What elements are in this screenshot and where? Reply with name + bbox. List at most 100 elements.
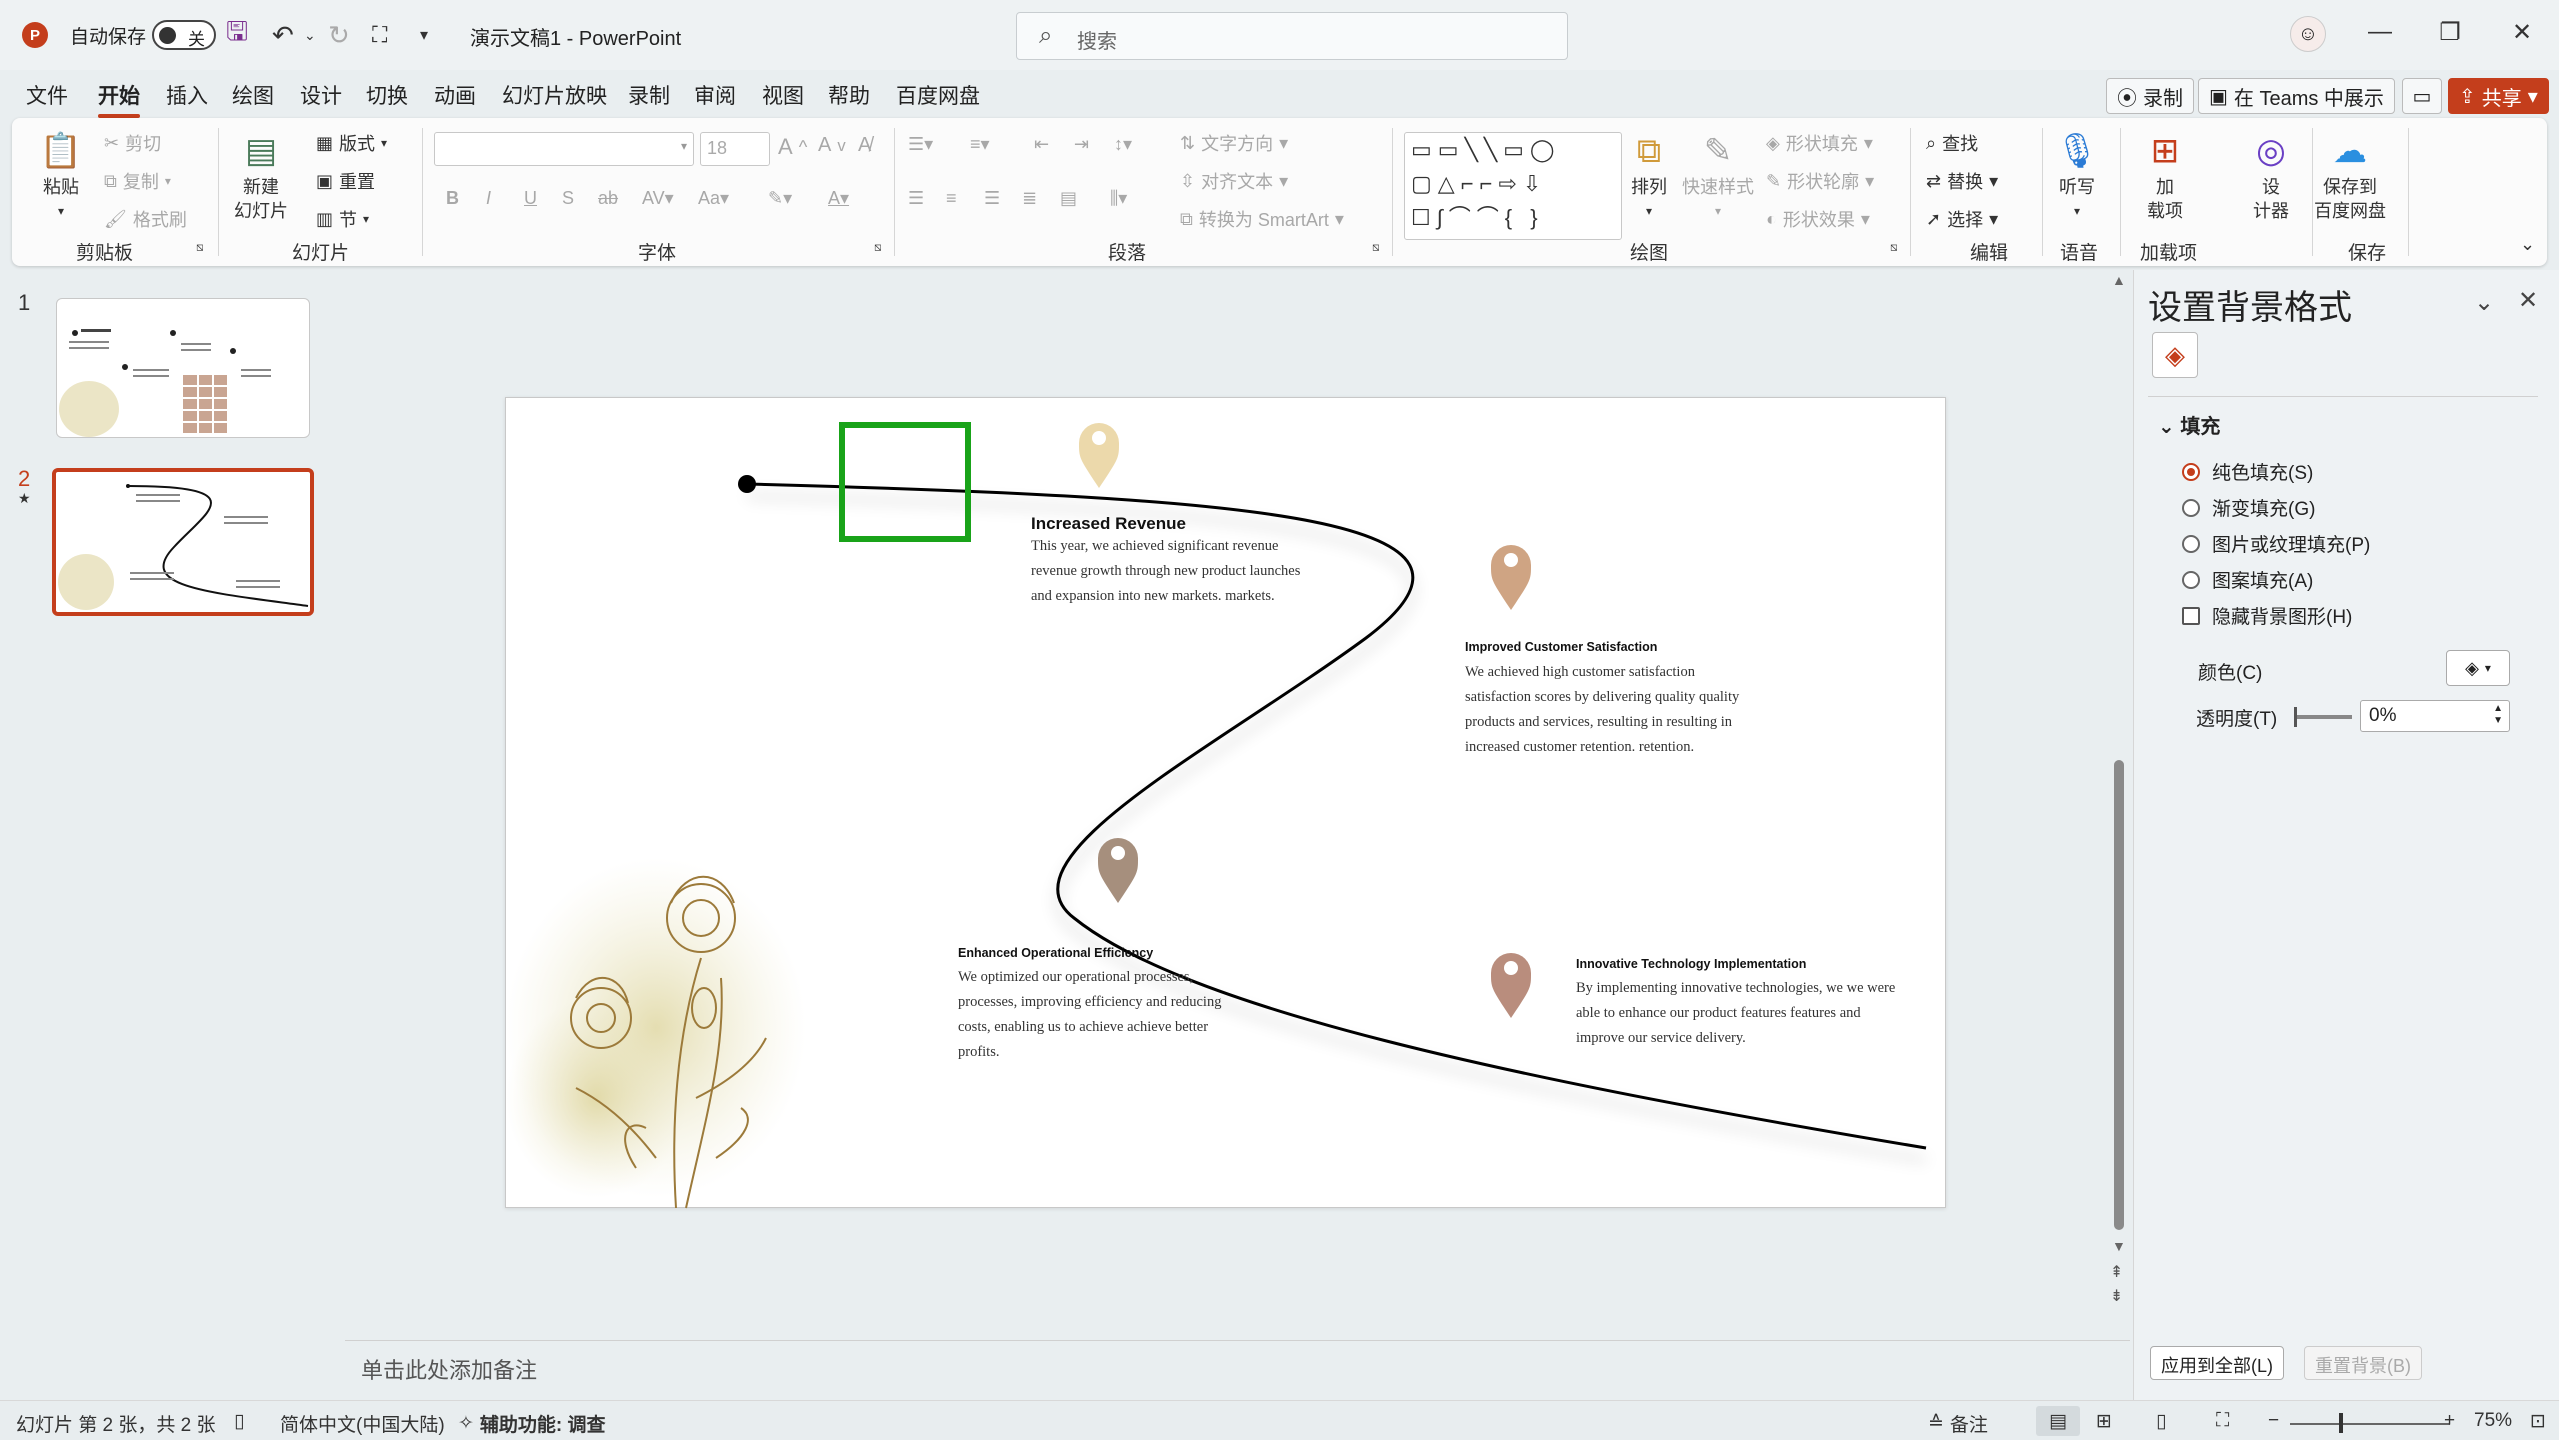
dialog-launcher-icon[interactable]: ⧅: [196, 240, 204, 255]
tab-record[interactable]: 录制: [628, 80, 670, 110]
chevron-down-icon[interactable]: ⌄: [2474, 288, 2494, 317]
bold-icon[interactable]: B: [446, 188, 459, 209]
teams-present-button[interactable]: ▣ 在 Teams 中展示: [2198, 78, 2395, 114]
language-indicator[interactable]: 简体中文(中国大陆): [280, 1410, 445, 1437]
scroll-down-icon[interactable]: ▼: [2112, 1238, 2126, 1254]
radio-gradient-fill[interactable]: [2182, 498, 2200, 517]
pattern-fill-option[interactable]: 图案填充(A): [2182, 566, 2313, 593]
accessibility-button[interactable]: ✧ 辅助功能: 调查: [458, 1410, 606, 1437]
zoom-slider-thumb[interactable]: [2339, 1413, 2343, 1433]
gradient-fill-option[interactable]: 渐变填充(G): [2182, 494, 2315, 521]
align-right-icon[interactable]: ☰: [984, 188, 1000, 209]
decrease-indent-icon[interactable]: ⇤: [1034, 134, 1049, 155]
location-pin-icon[interactable]: [1491, 953, 1531, 1018]
radio-pattern-fill[interactable]: [2182, 570, 2200, 589]
align-left-icon[interactable]: ☰: [908, 188, 924, 209]
tab-baidu[interactable]: 百度网盘: [896, 80, 980, 110]
location-pin-icon[interactable]: [1491, 545, 1531, 610]
tab-animations[interactable]: 动画: [434, 80, 476, 110]
notes-toggle-button[interactable]: ≙ 备注: [1928, 1410, 1988, 1437]
location-pin-icon[interactable]: [1079, 423, 1119, 488]
solid-fill-option[interactable]: 纯色填充(S): [2182, 458, 2313, 485]
quick-styles-button[interactable]: ✎ 快速样式 ▾: [1682, 128, 1754, 222]
item-body-satisfaction[interactable]: We achieved high customer satisfaction s…: [1465, 660, 1750, 760]
numbering-icon[interactable]: ≡▾: [970, 134, 990, 155]
tab-file[interactable]: 文件: [26, 80, 68, 110]
columns-icon[interactable]: ⫼▾: [1110, 188, 1127, 209]
tab-draw[interactable]: 绘图: [232, 80, 274, 110]
record-button[interactable]: ⦿ 录制: [2106, 78, 2194, 114]
dialog-launcher-icon[interactable]: ⧅: [1890, 240, 1898, 255]
italic-icon[interactable]: I: [486, 188, 491, 209]
font-name-combobox[interactable]: ▾: [434, 132, 694, 166]
slideshow-icon[interactable]: ⛶: [2216, 1410, 2229, 1432]
clear-format-icon[interactable]: A̸: [858, 134, 871, 157]
shape-fill-button[interactable]: ◈ 形状填充 ▾: [1766, 130, 1873, 156]
item-body-revenue[interactable]: This year, we achieved significant reven…: [1031, 534, 1316, 609]
zoom-level[interactable]: 75%: [2474, 1410, 2512, 1432]
comments-button[interactable]: ▭: [2402, 78, 2442, 114]
font-size-combobox[interactable]: 18: [700, 132, 770, 166]
slide-thumbnail-2[interactable]: [52, 468, 314, 616]
hide-bg-graphics-checkbox[interactable]: [2182, 606, 2200, 625]
hide-bg-graphics-option[interactable]: 隐藏背景图形(H): [2182, 602, 2352, 629]
item-title-technology[interactable]: Innovative Technology Implementation: [1576, 957, 1806, 971]
item-title-efficiency[interactable]: Enhanced Operational Efficiency: [958, 946, 1153, 960]
restore-icon[interactable]: ❐: [2430, 18, 2470, 47]
normal-view-icon[interactable]: ▤: [2036, 1406, 2080, 1436]
slide-thumbnail-1[interactable]: [56, 298, 310, 438]
tab-help[interactable]: 帮助: [828, 80, 870, 110]
save-icon[interactable]: 🖫: [226, 16, 248, 52]
shape-outline-button[interactable]: ✎ 形状轮廓 ▾: [1766, 168, 1874, 194]
save-baidu-button[interactable]: ☁ 保存到 百度网盘: [2314, 128, 2386, 222]
shape-effects-button[interactable]: ◐ 形状效果 ▾: [1766, 206, 1870, 232]
line-spacing-icon[interactable]: ↕▾: [1114, 134, 1132, 155]
reset-background-button[interactable]: 重置背景(B): [2304, 1346, 2422, 1380]
collapse-ribbon-icon[interactable]: ⌄: [2520, 234, 2535, 255]
arrange-button[interactable]: ⧉ 排列 ▾: [1626, 128, 1672, 222]
smartart-button[interactable]: ⧉ 转换为 SmartArt ▾: [1180, 206, 1344, 232]
zoom-slider[interactable]: [2290, 1423, 2450, 1425]
minimize-icon[interactable]: —: [2360, 18, 2400, 46]
format-painter-button[interactable]: 🖌 格式刷: [104, 206, 187, 232]
dictate-button[interactable]: 🎙 听写 ▾: [2054, 128, 2100, 222]
replace-button[interactable]: ⇄ 替换 ▾: [1926, 168, 1998, 194]
dialog-launcher-icon[interactable]: ⧅: [1372, 240, 1380, 255]
select-button[interactable]: ➚ 选择 ▾: [1926, 206, 1998, 232]
slide-sorter-icon[interactable]: ⊞: [2096, 1410, 2112, 1433]
user-avatar[interactable]: ☺: [2290, 16, 2326, 52]
radio-solid-fill[interactable]: [2182, 462, 2200, 481]
designer-button[interactable]: ◎ 设 计器: [2248, 128, 2294, 222]
autosave-toggle[interactable]: 关: [152, 20, 216, 50]
font-color-icon[interactable]: A▾: [828, 188, 849, 209]
bullets-icon[interactable]: ☰▾: [908, 134, 933, 155]
scrollbar-thumb[interactable]: [2114, 760, 2124, 1230]
tab-view[interactable]: 视图: [762, 80, 804, 110]
addins-button[interactable]: ⊞ 加 载项: [2142, 128, 2188, 222]
item-body-technology[interactable]: By implementing innovative technologies,…: [1576, 976, 1896, 1051]
text-direction-button[interactable]: ⇅ 文字方向 ▾: [1180, 130, 1288, 156]
fill-tab[interactable]: ◈: [2152, 332, 2198, 378]
underline-icon[interactable]: U: [524, 188, 537, 209]
previous-slide-icon[interactable]: ⇞: [2110, 1262, 2123, 1282]
strikethrough-icon[interactable]: ab: [598, 188, 618, 209]
align-center-icon[interactable]: ≡: [946, 188, 957, 209]
cut-button[interactable]: ✂ 剪切: [104, 130, 161, 156]
item-title-satisfaction[interactable]: Improved Customer Satisfaction: [1465, 640, 1657, 654]
grow-font-icon[interactable]: A ^: [778, 134, 807, 160]
fit-to-window-icon[interactable]: ⊡: [2530, 1410, 2546, 1433]
increase-indent-icon[interactable]: ⇥: [1074, 134, 1089, 155]
find-button[interactable]: ⌕ 查找: [1926, 130, 1978, 156]
tab-design[interactable]: 设计: [300, 80, 342, 110]
picture-fill-option[interactable]: 图片或纹理填充(P): [2182, 530, 2370, 557]
tab-review[interactable]: 审阅: [694, 80, 736, 110]
paste-button[interactable]: 📋 粘贴 ▾: [38, 128, 84, 222]
share-button[interactable]: ⇪ 共享 ▾: [2448, 78, 2549, 114]
location-pin-icon[interactable]: [1098, 838, 1138, 903]
spelling-icon[interactable]: ▯: [234, 1410, 244, 1433]
spin-icon[interactable]: ▲ ▼: [2493, 703, 2503, 727]
distributed-icon[interactable]: ▤: [1060, 188, 1077, 209]
dialog-launcher-icon[interactable]: ⧅: [874, 240, 882, 255]
tab-insert[interactable]: 插入: [166, 80, 208, 110]
color-picker-button[interactable]: ◈ ▾: [2446, 650, 2510, 686]
